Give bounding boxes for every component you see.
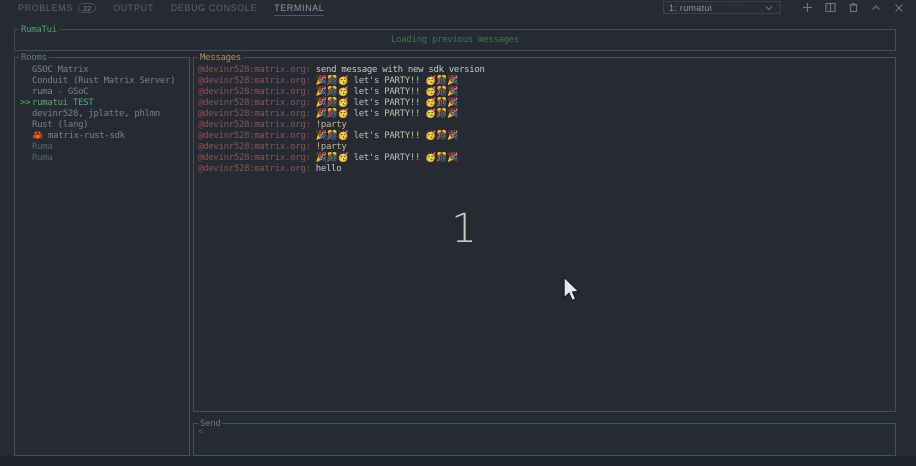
selected-room-marker [15, 65, 32, 76]
message-row: @devinr528:matrix.org: 🎉🎊🥳 let's PARTY!!… [198, 87, 895, 98]
chevron-up-icon [871, 3, 881, 13]
message-sender: @devinr528:matrix.org: [198, 109, 311, 119]
message-text: 🎉🎊🥳 let's PARTY!! 🥳🎊🎉 [316, 131, 458, 141]
room-list-item[interactable]: Rust (lang) [15, 120, 189, 131]
selected-room-marker [15, 120, 32, 131]
message-row: @devinr528:matrix.org: 🎉🎊🥳 let's PARTY!!… [198, 131, 895, 142]
message-sender: @devinr528:matrix.org: [198, 131, 311, 141]
messages-panel: Messages @devinr528:matrix.org: send mes… [193, 57, 896, 412]
message-text: !party [316, 142, 347, 152]
room-list-item[interactable]: Ruma [15, 153, 189, 164]
message-row: @devinr528:matrix.org: send message with… [198, 65, 895, 76]
tab-problems[interactable]: PROBLEMS 22 [18, 1, 96, 16]
message-text: 🎉🎊🥳 let's PARTY!! 🥳🎊🎉 [316, 98, 458, 108]
new-terminal-button[interactable] [800, 1, 814, 15]
room-name: Conduit (Rust Matrix Server) [32, 76, 175, 87]
send-input-value[interactable]: < [194, 424, 895, 438]
room-name: devinr528, jplatte, phlmn [32, 109, 160, 120]
send-panel-title: Send [198, 419, 222, 429]
message-sender: @devinr528:matrix.org: [198, 120, 311, 130]
trash-icon [848, 2, 859, 13]
message-text: 🎉🎊🥳 let's PARTY!! 🥳🎊🎉 [316, 109, 458, 119]
tab-terminal[interactable]: TERMINAL [274, 1, 324, 16]
message-sender: @devinr528:matrix.org: [198, 65, 311, 75]
message-row: @devinr528:matrix.org: hello [198, 164, 895, 175]
room-list-item[interactable]: devinr528, jplatte, phlmn [15, 109, 189, 120]
tab-output[interactable]: OUTPUT [113, 1, 154, 16]
message-row: @devinr528:matrix.org: 🎉🎊🥳 let's PARTY!!… [198, 153, 895, 164]
room-list-item[interactable]: ruma - GSoC [15, 87, 189, 98]
room-name: GSOC Matrix [32, 65, 88, 76]
app-title: RumaTui [19, 25, 59, 35]
room-name: Ruma [32, 142, 52, 153]
tab-terminal-label: TERMINAL [274, 3, 324, 13]
selected-room-marker [15, 142, 32, 153]
rooms-panel: Rooms GSOC Matrix Conduit (Rust Matrix S… [14, 57, 190, 456]
terminal-instance-select[interactable]: 1: rumatui [663, 1, 781, 14]
rooms-list: GSOC Matrix Conduit (Rust Matrix Server)… [15, 58, 189, 164]
tab-problems-label: PROBLEMS [18, 3, 73, 13]
message-text: hello [316, 164, 342, 174]
maximize-panel-button[interactable] [869, 1, 883, 15]
message-row: @devinr528:matrix.org: 🎉🎊🥳 let's PARTY!!… [198, 109, 895, 120]
selected-room-marker: >> [15, 98, 32, 109]
message-text: 🎉🎊🥳 let's PARTY!! 🥳🎊🎉 [316, 153, 458, 163]
rumatui-banner-box: RumaTui Loading previous messages [14, 29, 896, 51]
kill-terminal-button[interactable] [846, 1, 860, 15]
message-sender: @devinr528:matrix.org: [198, 76, 311, 86]
loading-status-text: Loading previous messages [15, 30, 895, 50]
message-row: @devinr528:matrix.org: !party [198, 142, 895, 153]
panel-bottom-strip [0, 456, 916, 466]
rooms-panel-title: Rooms [19, 53, 49, 63]
selected-room-marker [15, 76, 32, 87]
chevron-down-icon [762, 1, 776, 15]
room-list-item[interactable]: 🦀 matrix-rust-sdk [15, 131, 189, 142]
room-list-item-selected[interactable]: >>rumatui TEST [15, 98, 189, 109]
messages-panel-title: Messages [198, 53, 243, 63]
message-text: 🎉🎊🥳 let's PARTY!! 🥳🎊🎉 [316, 76, 458, 86]
panel-actions: 1: rumatui [663, 0, 906, 15]
room-list-item[interactable]: Conduit (Rust Matrix Server) [15, 76, 189, 87]
room-list-item[interactable]: Ruma [15, 142, 189, 153]
message-sender: @devinr528:matrix.org: [198, 98, 311, 108]
message-sender: @devinr528:matrix.org: [198, 142, 311, 152]
room-name: ruma - GSoC [32, 87, 88, 98]
split-icon [825, 2, 836, 13]
tab-output-label: OUTPUT [113, 3, 154, 13]
selected-room-marker [15, 131, 32, 142]
tab-debug-console[interactable]: DEBUG CONSOLE [171, 1, 257, 16]
message-sender: @devinr528:matrix.org: [198, 164, 311, 174]
room-list-item[interactable]: GSOC Matrix [15, 65, 189, 76]
panel-tabbar: PROBLEMS 22 OUTPUT DEBUG CONSOLE TERMINA… [0, 0, 916, 16]
message-text: !party [316, 120, 347, 130]
selected-room-marker [15, 87, 32, 98]
room-name: Rust (lang) [32, 120, 88, 131]
selected-room-marker [15, 153, 32, 164]
message-sender: @devinr528:matrix.org: [198, 87, 311, 97]
room-name: 🦀 matrix-rust-sdk [32, 131, 125, 142]
room-name: Ruma [32, 153, 52, 164]
message-row: @devinr528:matrix.org: 🎉🎊🥳 let's PARTY!!… [198, 76, 895, 87]
split-terminal-button[interactable] [823, 1, 837, 15]
terminal-instance-label: 1: rumatui [669, 3, 762, 13]
problems-count-badge: 22 [78, 3, 96, 13]
message-row: @devinr528:matrix.org: !party [198, 120, 895, 131]
message-list: @devinr528:matrix.org: send message with… [194, 58, 895, 175]
send-input-panel[interactable]: Send < [193, 423, 896, 456]
tab-debug-console-label: DEBUG CONSOLE [171, 3, 257, 13]
room-name: rumatui TEST [32, 98, 93, 109]
message-text: send message with new sdk version [316, 65, 485, 75]
message-sender: @devinr528:matrix.org: [198, 153, 311, 163]
vscode-terminal-panel: PROBLEMS 22 OUTPUT DEBUG CONSOLE TERMINA… [0, 0, 916, 466]
message-row: @devinr528:matrix.org: 🎉🎊🥳 let's PARTY!!… [198, 98, 895, 109]
plus-icon [802, 2, 813, 13]
selected-room-marker [15, 109, 32, 120]
message-text: 🎉🎊🥳 let's PARTY!! 🥳🎊🎉 [316, 87, 458, 97]
close-icon [894, 3, 904, 13]
close-panel-button[interactable] [892, 1, 906, 15]
